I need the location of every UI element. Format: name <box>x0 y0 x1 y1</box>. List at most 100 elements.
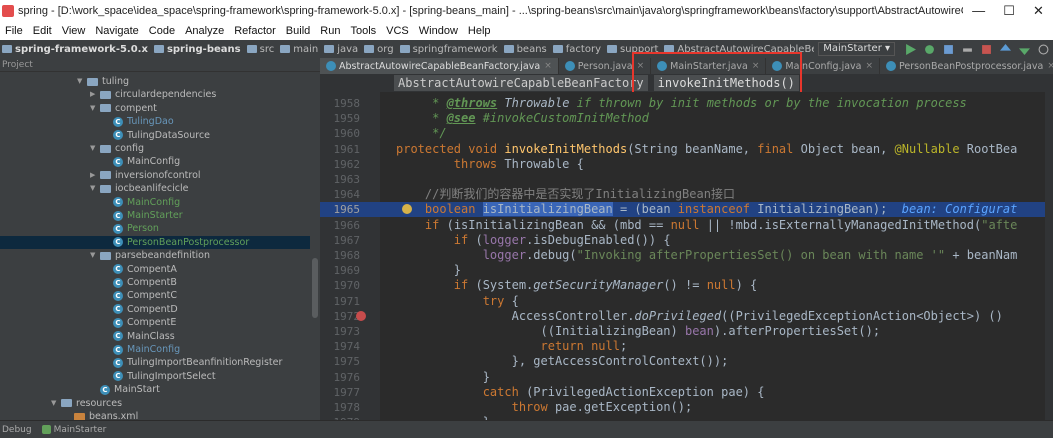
coverage-icon[interactable] <box>943 44 954 55</box>
expanded-arrow-icon[interactable]: ▼ <box>90 102 100 115</box>
nav-crumb[interactable]: factory <box>552 44 601 55</box>
editor-tab[interactable]: PersonBeanPostprocessor.java × <box>880 58 1053 74</box>
tree-item[interactable]: C TulingImportBeanfinitionRegister <box>0 356 300 369</box>
expanded-arrow-icon[interactable]: ▼ <box>90 249 100 262</box>
expanded-arrow-icon[interactable]: ▼ <box>51 397 61 410</box>
close-tab-icon[interactable]: × <box>544 61 552 71</box>
close-button[interactable]: ✕ <box>1033 3 1044 19</box>
folder-icon <box>280 45 291 53</box>
tree-item[interactable]: C TulingDao <box>0 115 300 128</box>
tree-item[interactable]: ▼ resources <box>0 397 300 410</box>
vcs-commit-icon[interactable] <box>1019 44 1030 55</box>
run-icon[interactable] <box>905 43 916 55</box>
close-tab-icon[interactable]: × <box>865 61 873 71</box>
expanded-arrow-icon[interactable]: ▼ <box>90 182 100 195</box>
minimize-button[interactable]: — <box>972 3 985 19</box>
run-configuration-select[interactable]: MainStarter ▾ <box>818 42 895 56</box>
class-icon: C <box>113 331 123 342</box>
menu-navigate[interactable]: Navigate <box>95 25 138 37</box>
vcs-update-icon[interactable] <box>1000 43 1011 55</box>
lambda-gutter-icon[interactable] <box>356 310 366 321</box>
tree-item[interactable]: ▼ iocbeanlifecicle <box>0 182 300 195</box>
collapsed-arrow-icon[interactable]: ▶ <box>90 88 100 101</box>
nav-crumb[interactable]: src <box>246 44 274 55</box>
nav-crumb[interactable]: spring-framework-5.0.x <box>2 44 148 55</box>
tree-item[interactable]: C MainConfig <box>0 155 300 168</box>
code-line: 1962 throws Throwable { <box>320 157 1053 172</box>
package-icon <box>100 184 111 193</box>
debug-icon[interactable] <box>924 44 935 55</box>
tree-item[interactable]: C CompentA <box>0 263 300 276</box>
line-number: 1965 <box>333 203 361 217</box>
debug-tool-label[interactable]: Debug <box>2 425 32 435</box>
tree-item[interactable]: C CompentC <box>0 289 300 302</box>
title-bar: spring - [D:\work_space\idea_space\sprin… <box>0 0 1053 22</box>
tree-item-label: compent <box>115 102 157 114</box>
project-title[interactable]: Project <box>2 60 33 70</box>
tree-item[interactable]: C Person <box>0 222 300 235</box>
expanded-arrow-icon[interactable]: ▼ <box>77 75 87 88</box>
nav-crumb[interactable]: org <box>364 44 394 55</box>
close-tab-icon[interactable]: × <box>1047 61 1053 71</box>
nav-crumb[interactable]: main <box>280 44 318 55</box>
tree-item[interactable]: ▶ inversionofcontrol <box>0 169 300 182</box>
tree-item[interactable]: ▶ circulardependencies <box>0 88 300 101</box>
tree-item[interactable]: C CompentB <box>0 276 300 289</box>
run-tab-mainstarter[interactable]: MainStarter <box>41 425 106 435</box>
menu-file[interactable]: File <box>5 25 23 37</box>
folder-icon <box>324 45 335 53</box>
code-text: throws Throwable { <box>453 156 584 171</box>
nav-crumb[interactable]: springframework <box>399 44 498 55</box>
menu-view[interactable]: View <box>62 25 86 37</box>
menu-tools[interactable]: Tools <box>350 25 376 37</box>
code-line: 1969 } <box>320 263 1053 278</box>
breadcrumb-class[interactable]: AbstractAutowireCapableBeanFactory <box>394 75 648 91</box>
history-icon[interactable] <box>1038 44 1049 55</box>
tree-item[interactable]: C CompentE <box>0 316 300 329</box>
tree-item[interactable]: C TulingDataSource <box>0 129 300 142</box>
maximize-button[interactable]: ☐ <box>1003 3 1015 19</box>
tree-item[interactable]: ▼ config <box>0 142 300 155</box>
code-line: 1963 <box>320 172 1053 187</box>
tree-item[interactable]: ▼ tuling <box>0 75 300 88</box>
stop-icon[interactable] <box>981 44 992 55</box>
nav-crumb[interactable]: java <box>324 44 358 55</box>
tree-item[interactable]: C CompentD <box>0 303 300 316</box>
collapsed-arrow-icon[interactable]: ▶ <box>90 169 100 182</box>
class-icon: C <box>113 197 123 208</box>
tree-item[interactable]: C MainClass <box>0 330 300 343</box>
code-text: throw pae.getException(); <box>511 400 693 414</box>
class-icon <box>564 61 575 71</box>
tree-item[interactable]: C MainConfig <box>0 196 300 209</box>
tree-item[interactable]: C PersonBeanPostprocessor <box>0 235 310 249</box>
tree-item-label: MainConfig <box>127 156 181 168</box>
code-editor[interactable]: 1958 * @throws Throwable if thrown by in… <box>320 92 1053 430</box>
tree-item[interactable]: ▼ parsebeandefinition <box>0 249 300 262</box>
menu-analyze[interactable]: Analyze <box>185 25 224 37</box>
tree-item[interactable]: ▼ compent <box>0 102 300 115</box>
editor-scrollbar[interactable] <box>1045 92 1053 430</box>
expanded-arrow-icon[interactable]: ▼ <box>90 142 100 155</box>
editor-tab[interactable]: AbstractAutowireCapableBeanFactory.java × <box>320 58 559 74</box>
code-line: 1965 boolean isInitializingBean = (bean … <box>320 202 1053 218</box>
nav-crumb[interactable]: beans <box>503 44 547 55</box>
nav-crumb[interactable]: spring-beans <box>153 44 241 55</box>
code-line: 1967 if (logger.isDebugEnabled()) { <box>320 233 1053 248</box>
tree-item[interactable]: C MainStart <box>0 383 300 396</box>
menu-refactor[interactable]: Refactor <box>234 25 276 37</box>
line-number: 1959 <box>333 112 361 126</box>
menu-vcs[interactable]: VCS <box>386 25 409 37</box>
menu-help[interactable]: Help <box>468 25 491 37</box>
build-icon[interactable] <box>962 44 973 55</box>
tree-item[interactable]: C MainConfig <box>0 343 300 356</box>
menu-build[interactable]: Build <box>286 25 310 37</box>
tree-item-label: inversionofcontrol <box>115 169 201 181</box>
menu-window[interactable]: Window <box>419 25 458 37</box>
tree-item-label: resources <box>76 397 123 409</box>
menu-edit[interactable]: Edit <box>33 25 52 37</box>
menu-code[interactable]: Code <box>149 25 175 37</box>
project-scrollbar[interactable] <box>312 258 318 318</box>
menu-run[interactable]: Run <box>320 25 340 37</box>
tree-item[interactable]: C TulingImportSelect <box>0 370 300 383</box>
tree-item[interactable]: C MainStarter <box>0 209 300 222</box>
